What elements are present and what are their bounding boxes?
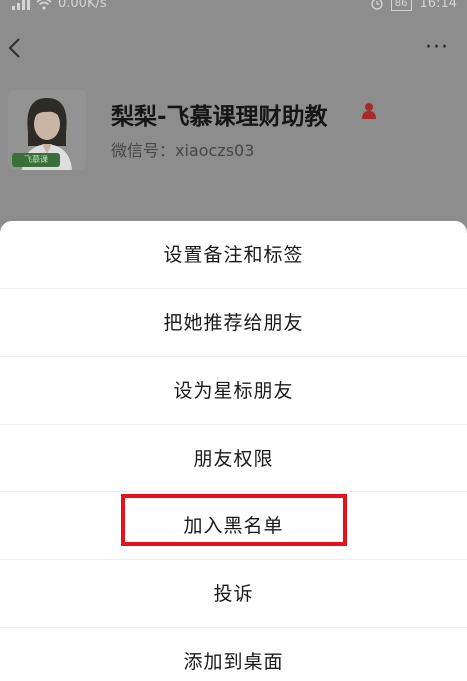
- wechat-id: 微信号：xiaoczs03: [111, 141, 255, 160]
- sheet-item-label: 投诉: [213, 583, 254, 605]
- friend-permissions-option[interactable]: 朋友权限: [0, 425, 467, 492]
- action-sheet: 设置备注和标签 把她推荐给朋友 设为星标朋友 朋友权限 加入黑名单 投诉 添加到…: [0, 221, 467, 681]
- status-right: 86 16:14: [371, 0, 457, 11]
- avatar[interactable]: 飞慕课: [8, 90, 86, 170]
- sheet-item-label: 朋友权限: [193, 448, 274, 470]
- add-to-desktop-option[interactable]: 添加到桌面: [0, 628, 467, 681]
- sheet-item-label: 设为星标朋友: [173, 380, 294, 402]
- signal-icon: [12, 0, 30, 10]
- profile-display-name: 梨梨-飞慕课理财助教: [111, 104, 328, 130]
- clock-time: 16:14: [419, 0, 457, 11]
- battery-icon: 86: [390, 0, 412, 11]
- set-remark-and-tags-option[interactable]: 设置备注和标签: [0, 221, 467, 288]
- chevron-left-icon[interactable]: [5, 36, 23, 60]
- alarm-icon: [371, 0, 383, 10]
- report-option[interactable]: 投诉: [0, 560, 467, 627]
- sheet-item-label: 设置备注和标签: [163, 244, 304, 266]
- wifi-icon: [36, 0, 52, 10]
- profile-header: 飞慕课 梨梨-飞慕课理财助教 微信号：xiaoczs03: [0, 90, 467, 180]
- network-speed: 0.00K/s: [58, 0, 107, 11]
- person-icon: [362, 103, 376, 119]
- sheet-item-label: 添加到桌面: [183, 651, 284, 673]
- status-bar: 0.00K/s 86 16:14: [0, 0, 467, 20]
- more-icon[interactable]: ···: [425, 37, 449, 59]
- add-to-blacklist-option[interactable]: 加入黑名单: [0, 492, 467, 559]
- recommend-to-friend-option[interactable]: 把她推荐给朋友: [0, 289, 467, 356]
- avatar-brand-strip: 飞慕课: [12, 153, 60, 167]
- sheet-item-label: 把她推荐给朋友: [163, 312, 304, 334]
- sheet-item-label: 加入黑名单: [183, 515, 284, 537]
- top-navigation: ···: [0, 28, 467, 68]
- set-as-starred-option[interactable]: 设为星标朋友: [0, 357, 467, 424]
- status-left: 0.00K/s: [12, 0, 107, 11]
